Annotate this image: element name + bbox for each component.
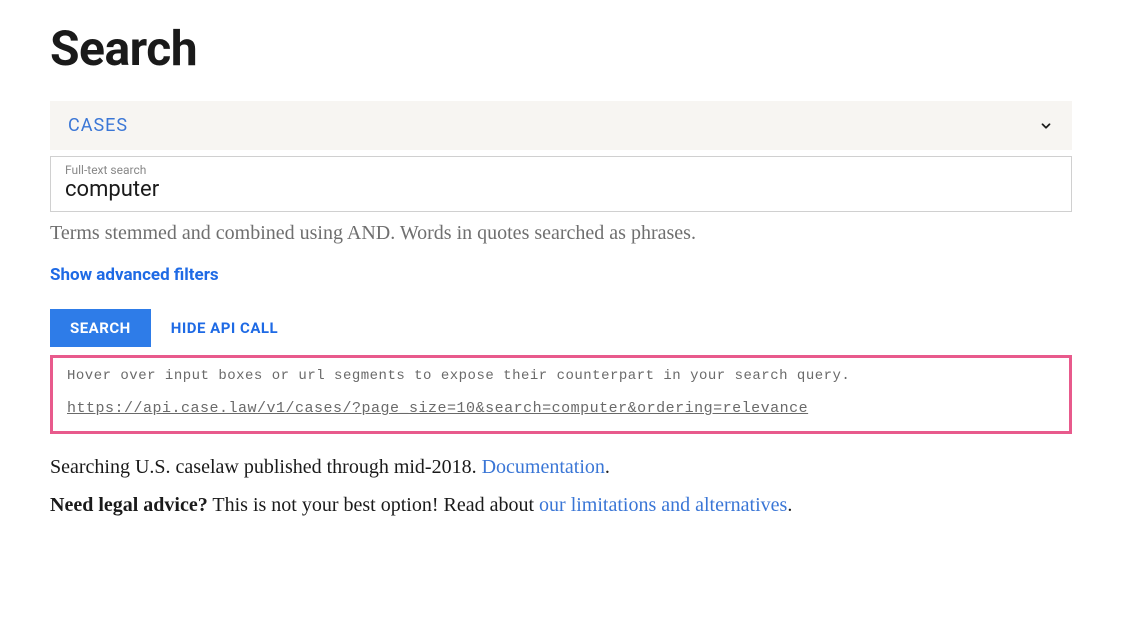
limitations-link[interactable]: our limitations and alternatives bbox=[539, 494, 787, 516]
info-line-1-prefix: Searching U.S. caselaw published through… bbox=[50, 456, 482, 478]
search-help-text: Terms stemmed and combined using AND. Wo… bbox=[50, 222, 1072, 245]
hide-api-call-link[interactable]: HIDE API CALL bbox=[171, 319, 278, 337]
info-line-1-suffix: . bbox=[605, 456, 610, 478]
cases-dropdown[interactable]: CASES bbox=[50, 101, 1072, 150]
info-line-2-suffix: . bbox=[787, 494, 792, 516]
page-title: Search bbox=[50, 20, 1072, 77]
api-call-box: Hover over input boxes or url segments t… bbox=[50, 355, 1072, 434]
info-line-2-text: This is not your best option! Read about bbox=[208, 494, 539, 516]
info-line-1: Searching U.S. caselaw published through… bbox=[50, 452, 1072, 482]
search-input-wrapper: Full-text search bbox=[50, 156, 1072, 212]
api-hint-text: Hover over input boxes or url segments t… bbox=[67, 368, 1055, 384]
show-advanced-filters-link[interactable]: Show advanced filters bbox=[50, 265, 219, 285]
info-line-2: Need legal advice? This is not your best… bbox=[50, 490, 1072, 520]
dropdown-selected-label: CASES bbox=[68, 115, 128, 136]
search-input-label: Full-text search bbox=[65, 163, 1057, 177]
documentation-link[interactable]: Documentation bbox=[482, 456, 605, 478]
chevron-down-icon bbox=[1038, 118, 1054, 134]
button-row: SEARCH HIDE API CALL bbox=[50, 309, 1072, 347]
need-legal-advice-label: Need legal advice? bbox=[50, 494, 208, 516]
search-input[interactable] bbox=[65, 177, 1057, 203]
search-button[interactable]: SEARCH bbox=[50, 309, 151, 347]
api-url-text[interactable]: https://api.case.law/v1/cases/?page_size… bbox=[67, 400, 1055, 417]
